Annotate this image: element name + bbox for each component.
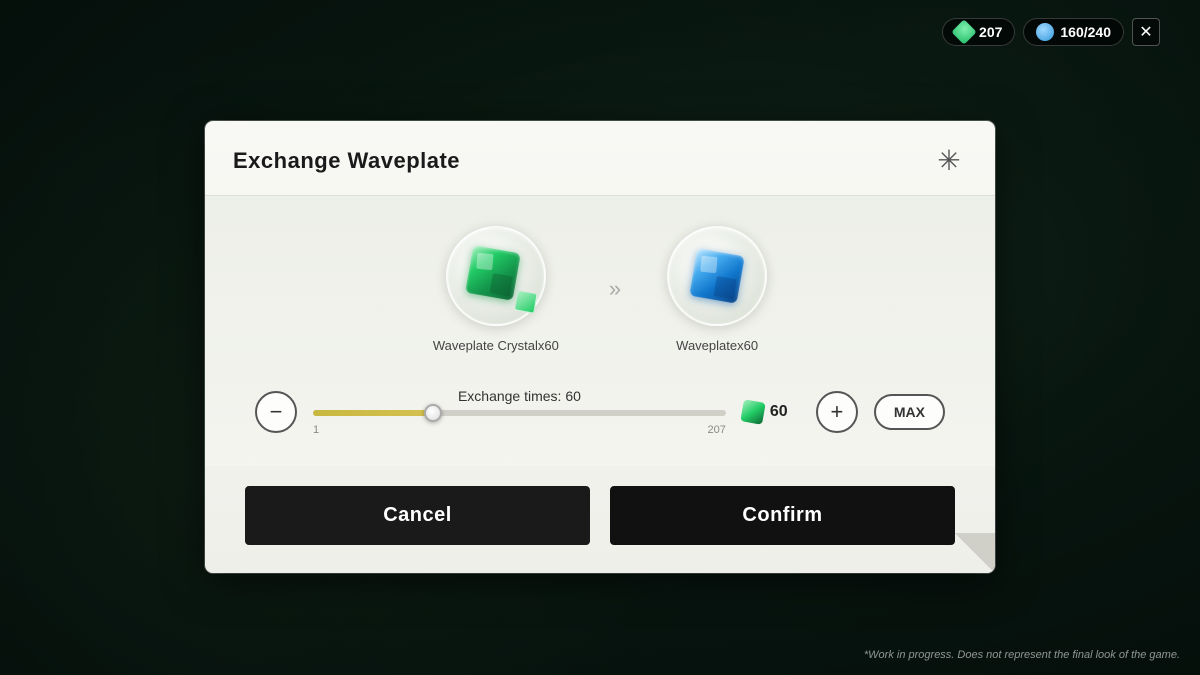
- slider-max-label: 207: [708, 424, 726, 436]
- green-crystal-icon: [469, 249, 523, 303]
- exchange-dialog: Exchange Waveplate ✳ Waveplate Crystalx6…: [205, 121, 995, 573]
- currency2-icon: [1036, 23, 1054, 41]
- small-crystal-icon: [740, 399, 765, 424]
- max-button[interactable]: MAX: [874, 394, 945, 430]
- exchange-area: Waveplate Crystalx60 » Waveplatex60: [245, 226, 955, 353]
- slider-track-wrapper: [313, 410, 726, 416]
- currency1-icon: [951, 19, 976, 44]
- top-hud: 207 160/240 ✕: [942, 18, 1160, 46]
- exchange-arrow: »: [609, 276, 617, 302]
- hud-close-button[interactable]: ✕: [1132, 18, 1160, 46]
- confirm-button[interactable]: Confirm: [610, 486, 955, 545]
- slider-range-labels: 1 207: [313, 424, 726, 436]
- from-item: Waveplate Crystalx60: [433, 226, 559, 353]
- close-x-icon: ✳: [937, 147, 960, 175]
- hud-currency1: 207: [942, 18, 1015, 46]
- blue-crystal-icon: [689, 248, 745, 304]
- from-item-icon-wrapper: [446, 226, 546, 326]
- currency1-value: 207: [979, 24, 1002, 40]
- dialog-body: Waveplate Crystalx60 » Waveplatex60 − Ex…: [205, 196, 995, 466]
- dialog-footer: Cancel Confirm: [205, 466, 995, 573]
- to-item: Waveplatex60: [667, 226, 767, 353]
- exchange-times-label: Exchange times: 60: [313, 388, 726, 404]
- crystal-count-display: 60: [742, 401, 800, 423]
- hud-currency2: 160/240: [1023, 18, 1124, 46]
- increment-button[interactable]: +: [816, 391, 858, 433]
- slider-fill: [313, 410, 433, 416]
- dialog-title: Exchange Waveplate: [233, 148, 460, 174]
- dialog-header: Exchange Waveplate ✳: [205, 121, 995, 196]
- cancel-button[interactable]: Cancel: [245, 486, 590, 545]
- slider-container: Exchange times: 60 1 207: [313, 388, 726, 436]
- slider-track[interactable]: [313, 410, 726, 416]
- dialog-close-button[interactable]: ✳: [931, 143, 967, 179]
- watermark: *Work in progress. Does not represent th…: [864, 649, 1180, 661]
- crystal-count-value: 60: [770, 403, 800, 421]
- slider-thumb[interactable]: [424, 404, 442, 422]
- from-item-label: Waveplate Crystalx60: [433, 338, 559, 353]
- item-badge-crystal: [514, 290, 537, 313]
- currency2-value: 160/240: [1060, 24, 1111, 40]
- green-crystal-body: [465, 245, 521, 301]
- to-item-label: Waveplatex60: [676, 338, 758, 353]
- slider-min-label: 1: [313, 424, 319, 436]
- to-item-icon-wrapper: [667, 226, 767, 326]
- slider-section: − Exchange times: 60 1 207 60 +: [245, 388, 955, 436]
- decrement-button[interactable]: −: [255, 391, 297, 433]
